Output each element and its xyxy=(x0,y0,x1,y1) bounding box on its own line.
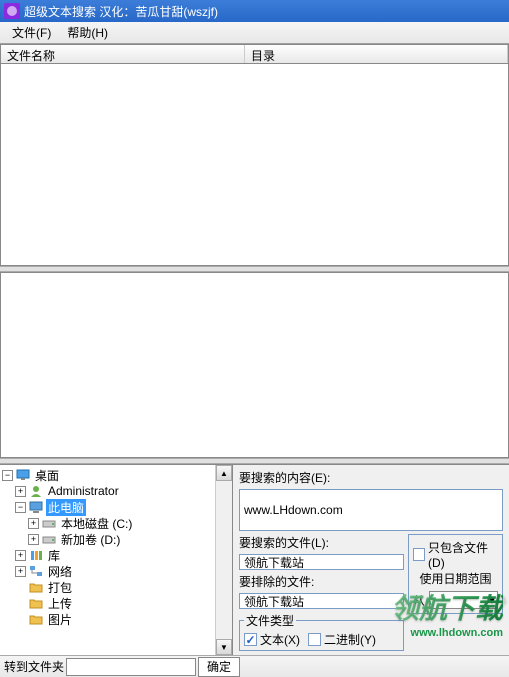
content-label: 要搜索的内容(E): xyxy=(239,469,503,486)
user-icon xyxy=(28,484,44,498)
col-filename[interactable]: 文件名称 xyxy=(1,45,245,63)
network-icon xyxy=(28,564,44,578)
files-label: 要搜索的文件(L): xyxy=(239,534,404,551)
expand-icon[interactable]: + xyxy=(15,550,26,561)
app-icon xyxy=(4,3,20,19)
filetype-text-check[interactable]: ✓ 文本(X) xyxy=(244,631,300,648)
files-input[interactable] xyxy=(239,554,404,570)
bottom-panel: − 桌面 + Administrator − 此电脑 + 本地磁盘 (C:) xyxy=(0,464,509,655)
only-files-label: 只包含文件(D) xyxy=(428,539,498,570)
checkbox-icon[interactable] xyxy=(413,548,425,561)
expand-icon[interactable]: + xyxy=(15,566,26,577)
folder-icon xyxy=(28,612,44,626)
exclude-label: 要排除的文件: xyxy=(239,573,404,590)
tree-localdisk[interactable]: + 本地磁盘 (C:) xyxy=(2,515,230,531)
exclude-input[interactable] xyxy=(239,593,404,609)
expand-icon[interactable]: − xyxy=(15,502,26,513)
tree-upload[interactable]: 上传 xyxy=(2,595,230,611)
only-files-check[interactable]: 只包含文件(D) xyxy=(413,539,498,570)
filetype-text-label: 文本(X) xyxy=(260,631,300,648)
statusbar: 转到文件夹 确定 xyxy=(0,655,509,677)
tree-pc[interactable]: − 此电脑 xyxy=(2,499,230,515)
date-value: - - xyxy=(432,593,443,607)
drive-icon xyxy=(41,516,57,530)
from-label: 从 xyxy=(413,592,425,609)
dropdown-icon: ▾ xyxy=(489,593,495,607)
tree-pictures[interactable]: 图片 xyxy=(2,611,230,627)
library-icon xyxy=(28,548,44,562)
tree-admin[interactable]: + Administrator xyxy=(2,483,230,499)
tree-label: 上传 xyxy=(46,595,74,612)
tree-label: 桌面 xyxy=(33,467,61,484)
date-fieldset: 只包含文件(D) 使用日期范围 从 - - ▾ xyxy=(408,534,503,614)
window-title: 超级文本搜索 汉化：苦瓜甘甜(wszjf) xyxy=(24,3,505,20)
tree-label: 网络 xyxy=(46,563,74,580)
confirm-button[interactable]: 确定 xyxy=(198,657,240,677)
menu-help[interactable]: 帮助(H) xyxy=(59,22,116,43)
daterange-label: 使用日期范围 xyxy=(413,570,498,587)
tree-label: Administrator xyxy=(46,484,121,498)
from-date-select[interactable]: - - ▾ xyxy=(429,591,498,609)
tree-label: 此电脑 xyxy=(46,499,86,516)
checkbox-icon[interactable]: ✓ xyxy=(244,633,257,646)
checkbox-icon[interactable] xyxy=(308,633,321,646)
preview-pane[interactable] xyxy=(0,272,509,458)
desktop-icon xyxy=(15,468,31,482)
tree-pack[interactable]: 打包 xyxy=(2,579,230,595)
filetype-binary-label: 二进制(Y) xyxy=(324,631,376,648)
results-body[interactable] xyxy=(0,64,509,266)
tree-desktop[interactable]: − 桌面 xyxy=(2,467,230,483)
col-directory[interactable]: 目录 xyxy=(245,45,508,63)
expand-icon[interactable]: + xyxy=(15,486,26,497)
expand-icon[interactable]: + xyxy=(28,534,39,545)
tree-network[interactable]: + 网络 xyxy=(2,563,230,579)
tree-scrollbar[interactable]: ▲ ▼ xyxy=(215,465,232,655)
drive-icon xyxy=(41,532,57,546)
folder-icon xyxy=(28,580,44,594)
menu-file[interactable]: 文件(F) xyxy=(4,22,59,43)
tree-label: 新加卷 (D:) xyxy=(59,531,122,548)
computer-icon xyxy=(28,500,44,514)
goto-folder-input[interactable] xyxy=(66,658,196,676)
scroll-down-icon[interactable]: ▼ xyxy=(216,639,232,655)
tree-library[interactable]: + 库 xyxy=(2,547,230,563)
tree-label: 打包 xyxy=(46,579,74,596)
menubar: 文件(F) 帮助(H) xyxy=(0,22,509,44)
filetype-fieldset: 文件类型 ✓ 文本(X) 二进制(Y) xyxy=(239,612,404,651)
titlebar: 超级文本搜索 汉化：苦瓜甘甜(wszjf) xyxy=(0,0,509,22)
expand-icon[interactable]: + xyxy=(28,518,39,529)
filetype-binary-check[interactable]: 二进制(Y) xyxy=(308,631,376,648)
tree-label: 库 xyxy=(46,547,62,564)
results-header: 文件名称 目录 xyxy=(0,44,509,64)
folder-tree[interactable]: − 桌面 + Administrator − 此电脑 + 本地磁盘 (C:) xyxy=(0,465,233,655)
tree-label: 图片 xyxy=(46,611,74,628)
goto-folder-label: 转到文件夹 xyxy=(4,658,64,675)
content-input[interactable] xyxy=(239,489,503,531)
tree-label: 本地磁盘 (C:) xyxy=(59,515,134,532)
scroll-up-icon[interactable]: ▲ xyxy=(216,465,232,481)
search-form: 要搜索的内容(E): 要搜索的文件(L): 要排除的文件: 文件类型 ✓ 文本(… xyxy=(233,465,509,655)
filetype-legend: 文件类型 xyxy=(244,612,296,629)
tree-newvol[interactable]: + 新加卷 (D:) xyxy=(2,531,230,547)
expand-icon[interactable]: − xyxy=(2,470,13,481)
folder-icon xyxy=(28,596,44,610)
